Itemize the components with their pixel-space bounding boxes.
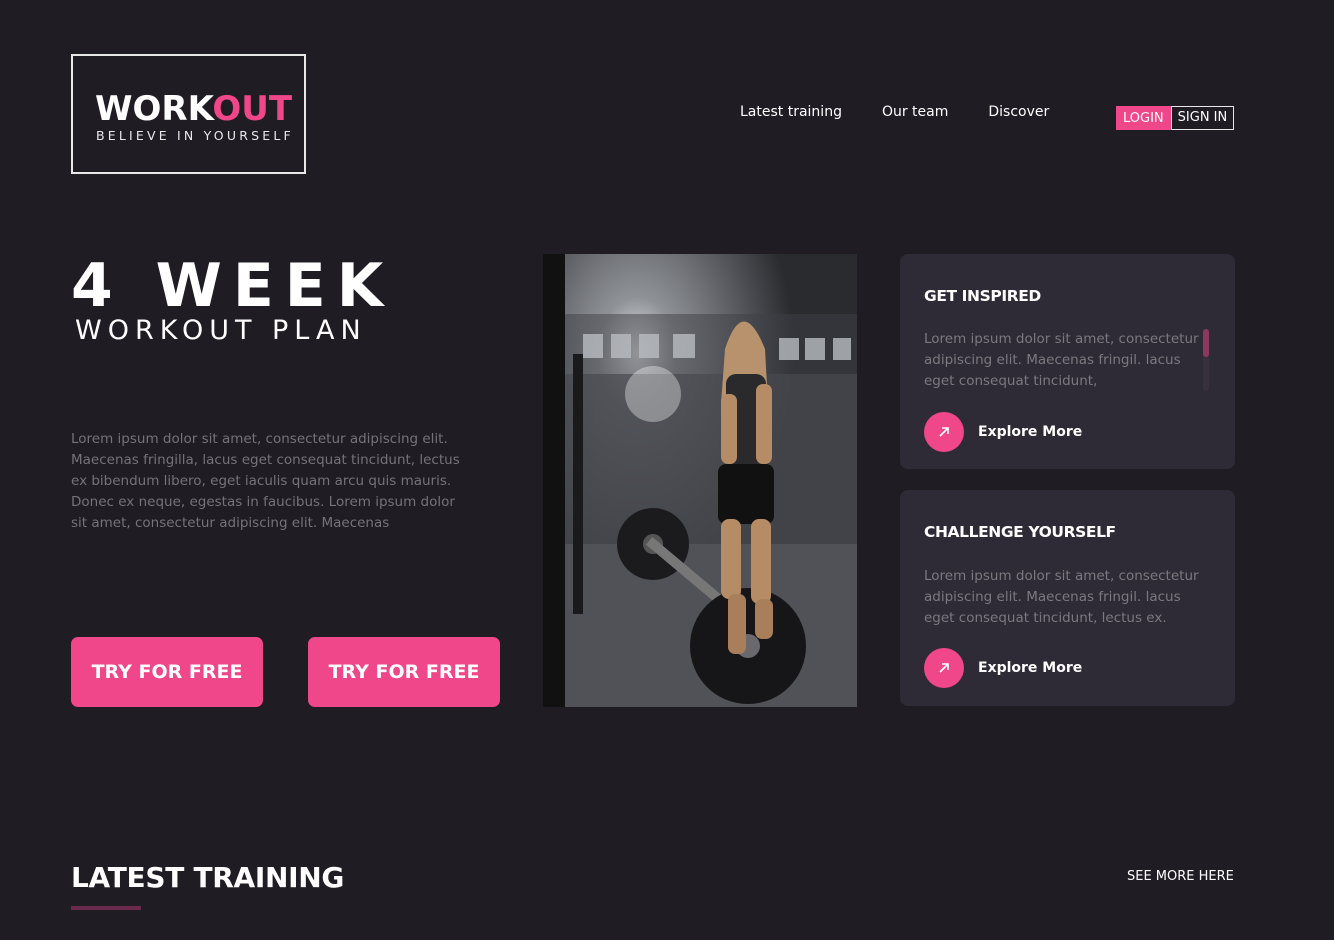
card-text: Lorem ipsum dolor sit amet, consectetur … bbox=[924, 568, 1199, 626]
card-challenge-yourself: CHALLENGE YOURSELF Lorem ipsum dolor sit… bbox=[900, 490, 1235, 706]
card-get-inspired: GET INSPIRED Lorem ipsum dolor sit amet,… bbox=[900, 254, 1235, 469]
hero-subtitle: WORKOUT PLAN bbox=[75, 315, 367, 346]
try-for-free-button-secondary[interactable]: TRY FOR FREE bbox=[308, 637, 500, 707]
hero-title: 4 WEEK bbox=[71, 251, 395, 321]
explore-more-link[interactable]: Explore More bbox=[924, 648, 1082, 688]
arrow-up-right-icon bbox=[924, 648, 964, 688]
see-more-link[interactable]: SEE MORE HERE bbox=[1127, 869, 1234, 884]
main-nav: Latest training Our team Discover bbox=[740, 104, 1089, 120]
heading-underline bbox=[71, 906, 141, 910]
nav-item-our-team[interactable]: Our team bbox=[882, 104, 948, 120]
try-for-free-button[interactable]: TRY FOR FREE bbox=[71, 637, 263, 707]
gym-photo-illustration bbox=[543, 254, 857, 707]
card-title: CHALLENGE YOURSELF bbox=[924, 523, 1116, 541]
logo[interactable]: WORKOUT BELIEVE IN YOURSELF bbox=[71, 54, 306, 174]
card-text: Lorem ipsum dolor sit amet, consectetur … bbox=[924, 331, 1199, 389]
logo-wordmark: WORKOUT bbox=[95, 89, 293, 129]
explore-more-link[interactable]: Explore More bbox=[924, 412, 1082, 452]
nav-item-latest-training[interactable]: Latest training bbox=[740, 104, 842, 120]
card-title: GET INSPIRED bbox=[924, 287, 1041, 305]
explore-more-label: Explore More bbox=[978, 424, 1083, 440]
logo-tagline: BELIEVE IN YOURSELF bbox=[96, 128, 294, 143]
nav-item-discover[interactable]: Discover bbox=[988, 104, 1049, 120]
hero-description: Lorem ipsum dolor sit amet, consectetur … bbox=[71, 431, 460, 531]
arrow-up-right-icon bbox=[924, 412, 964, 452]
auth-buttons: LOGIN SIGN IN bbox=[1116, 106, 1235, 130]
hero-image bbox=[543, 254, 857, 707]
latest-training-heading: LATEST TRAINING bbox=[71, 861, 345, 894]
login-button[interactable]: LOGIN bbox=[1116, 106, 1171, 130]
explore-more-label: Explore More bbox=[978, 660, 1083, 676]
sign-in-button[interactable]: SIGN IN bbox=[1170, 106, 1235, 130]
card-scrollbar-thumb[interactable] bbox=[1203, 329, 1209, 357]
